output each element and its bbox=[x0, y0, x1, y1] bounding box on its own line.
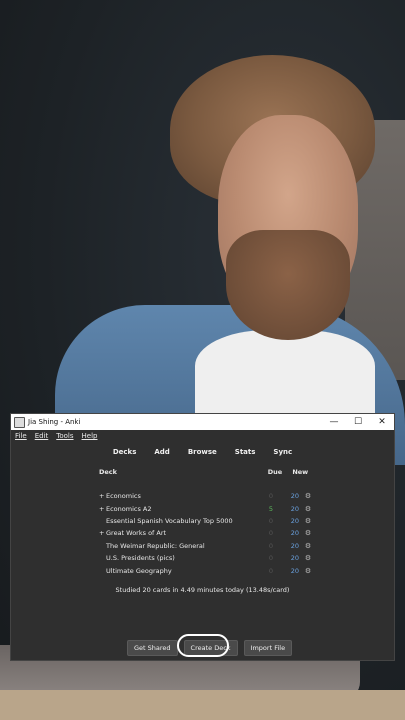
gear-icon[interactable]: ⚙ bbox=[302, 542, 314, 550]
due-count: 5 bbox=[268, 504, 273, 513]
gear-icon[interactable]: ⚙ bbox=[302, 505, 314, 513]
minimize-button[interactable]: — bbox=[322, 417, 346, 427]
expand-icon[interactable]: + bbox=[99, 505, 106, 513]
deck-row[interactable]: The Weimar Republic: General 0 20 ⚙ bbox=[99, 540, 314, 552]
toolbar-stats[interactable]: Stats bbox=[235, 448, 256, 456]
due-count: 0 bbox=[268, 554, 273, 563]
new-count: 20 bbox=[290, 541, 299, 550]
toolbar-decks[interactable]: Decks bbox=[113, 448, 137, 456]
deck-name[interactable]: Essential Spanish Vocabulary Top 5000 bbox=[106, 517, 233, 525]
maximize-button[interactable]: ☐ bbox=[346, 417, 370, 427]
gear-icon[interactable]: ⚙ bbox=[302, 492, 314, 500]
deck-row[interactable]: Ultimate Geography 0 20 ⚙ bbox=[99, 564, 314, 576]
new-count: 20 bbox=[290, 504, 299, 513]
deck-name[interactable]: Ultimate Geography bbox=[106, 567, 172, 575]
person-shirt bbox=[195, 330, 375, 420]
highlight-circle bbox=[177, 634, 229, 657]
deck-name[interactable]: U.S. Presidents (pics) bbox=[106, 554, 175, 562]
import-file-button[interactable]: Import File bbox=[243, 640, 293, 656]
studied-summary: Studied 20 cards in 4.49 minutes today (… bbox=[115, 586, 290, 594]
new-count: 20 bbox=[290, 492, 299, 501]
deck-name[interactable]: Economics A2 bbox=[106, 505, 152, 513]
gear-icon[interactable]: ⚙ bbox=[302, 529, 314, 537]
deck-row[interactable]: + Economics 0 20 ⚙ bbox=[99, 490, 314, 502]
toolbar-add[interactable]: Add bbox=[154, 448, 169, 456]
new-count: 20 bbox=[290, 554, 299, 563]
deck-row[interactable]: + Great Works of Art 0 20 ⚙ bbox=[99, 527, 314, 539]
header-due: Due bbox=[267, 468, 283, 476]
deck-row[interactable]: Essential Spanish Vocabulary Top 5000 0 … bbox=[99, 515, 314, 527]
expand-icon[interactable]: + bbox=[99, 529, 106, 537]
deck-row[interactable]: + Economics A2 5 20 ⚙ bbox=[99, 502, 314, 514]
toolbar-browse[interactable]: Browse bbox=[188, 448, 217, 456]
deck-table-header: Deck Due New ⚙ bbox=[99, 468, 314, 480]
header-deck: Deck bbox=[99, 468, 117, 476]
deck-name[interactable]: Economics bbox=[106, 492, 141, 500]
title-bar[interactable]: Jia Shing - Anki — ☐ ✕ bbox=[11, 414, 394, 430]
get-shared-button[interactable]: Get Shared bbox=[127, 640, 178, 656]
deck-row[interactable]: U.S. Presidents (pics) 0 20 ⚙ bbox=[99, 552, 314, 564]
new-count: 20 bbox=[290, 529, 299, 538]
menu-tools[interactable]: Tools bbox=[56, 432, 73, 440]
main-toolbar: Decks Add Browse Stats Sync bbox=[11, 448, 394, 456]
expand-icon[interactable]: + bbox=[99, 492, 106, 500]
due-count: 0 bbox=[268, 492, 273, 501]
header-new: New bbox=[292, 468, 309, 476]
deck-name[interactable]: The Weimar Republic: General bbox=[106, 542, 205, 550]
due-count: 0 bbox=[268, 529, 273, 538]
person-beard bbox=[226, 230, 350, 340]
anki-window: Jia Shing - Anki — ☐ ✕ File Edit Tools H… bbox=[10, 413, 395, 661]
new-count: 20 bbox=[290, 566, 299, 575]
close-button[interactable]: ✕ bbox=[370, 417, 394, 427]
due-count: 0 bbox=[268, 566, 273, 575]
menu-bar: File Edit Tools Help bbox=[11, 430, 394, 442]
toolbar-sync[interactable]: Sync bbox=[273, 448, 292, 456]
window-title: Jia Shing - Anki bbox=[28, 418, 81, 426]
gear-icon[interactable]: ⚙ bbox=[302, 517, 314, 525]
deck-name[interactable]: Great Works of Art bbox=[106, 529, 166, 537]
due-count: 0 bbox=[268, 541, 273, 550]
new-count: 20 bbox=[290, 516, 299, 525]
desk-surface bbox=[0, 690, 405, 720]
gear-icon[interactable]: ⚙ bbox=[302, 554, 314, 562]
menu-file[interactable]: File bbox=[15, 432, 27, 440]
deck-table: Deck Due New ⚙ +Economics 0 20 ⚙ +Econom… bbox=[99, 468, 314, 577]
menu-edit[interactable]: Edit bbox=[35, 432, 49, 440]
due-count: 0 bbox=[268, 516, 273, 525]
gear-icon[interactable]: ⚙ bbox=[302, 567, 314, 575]
anki-app-icon bbox=[14, 416, 25, 428]
menu-help[interactable]: Help bbox=[82, 432, 98, 440]
